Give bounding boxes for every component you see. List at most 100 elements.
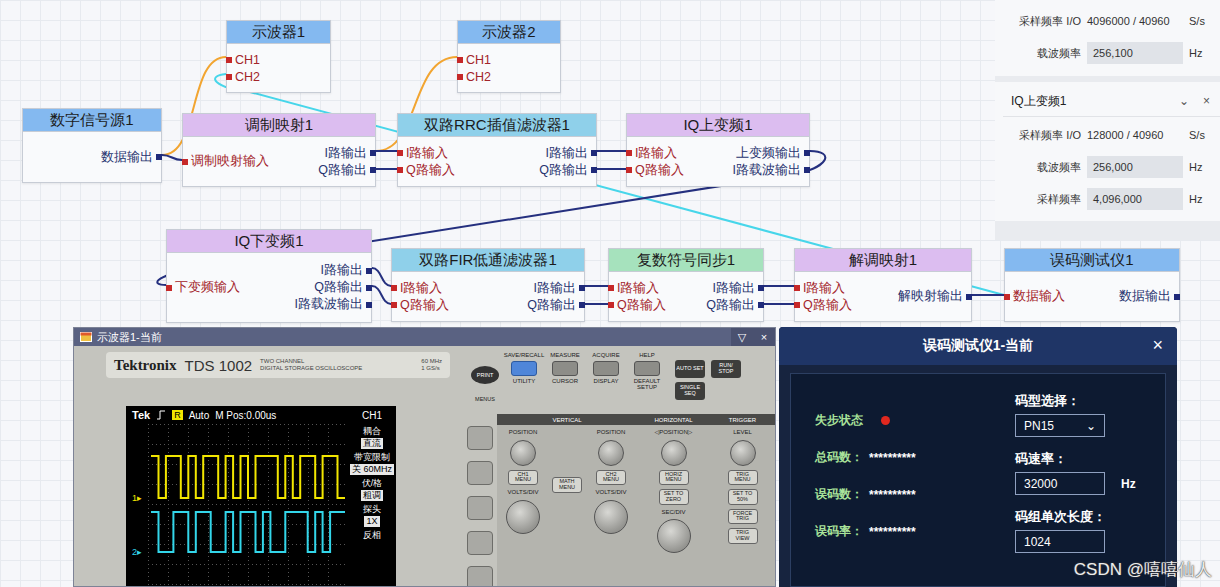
scale-knob-icon[interactable] [657,519,691,553]
bezel-button[interactable] [467,496,493,520]
port-marker-icon[interactable] [608,285,614,291]
port-marker-icon[interactable] [794,302,800,308]
output-port[interactable]: I路载波输出 [733,162,809,179]
port-marker-icon[interactable] [226,57,232,63]
property-value[interactable]: 4,096,000 [1087,188,1183,210]
output-port[interactable]: I路载波输出 [295,296,371,313]
run-button[interactable]: RUN/ STOP [711,360,741,378]
wire[interactable] [597,150,626,152]
pattern-select[interactable]: PN15 ⌄ [1015,414,1105,437]
output-port[interactable]: 数据输出 [1119,288,1179,305]
port-marker-icon[interactable] [370,150,376,156]
wire[interactable] [376,168,397,170]
block-node[interactable]: 解调映射1 I路输入 Q路输入 解映射输出 [794,248,972,322]
math-menu-button[interactable]: MATH MENU [552,477,582,493]
position-knob-icon[interactable] [598,440,624,466]
port-marker-icon[interactable] [794,285,800,291]
wire[interactable] [585,303,608,305]
scale-knob-icon[interactable] [506,500,540,534]
block-node[interactable]: 误码测试仪1 数据输入 数据输出 [1004,248,1180,322]
wire[interactable] [597,168,626,170]
port-marker-icon[interactable] [391,302,397,308]
bezel-button[interactable] [467,531,493,555]
trigger-button[interactable]: SET TO 50% [728,489,758,505]
port-marker-icon[interactable] [758,302,764,308]
port-marker-icon[interactable] [1174,294,1180,300]
port-marker-icon[interactable] [182,159,188,165]
expand-icon[interactable]: ⌄ [1179,94,1189,108]
port-marker-icon[interactable] [579,302,585,308]
block-node[interactable]: IQ上变频1 I路输入 Q路输入 上变频输出 I路载波输出 [626,113,810,187]
close-icon[interactable]: × [1203,94,1210,108]
output-port[interactable]: I路输出 [527,280,584,297]
input-port[interactable]: 数据输入 [1005,288,1119,305]
port-marker-icon[interactable] [397,150,403,156]
wire[interactable] [764,303,794,305]
block-node[interactable]: 示波器1 CH1 CH2 [226,20,331,93]
block-node[interactable]: 双路FIR低通滤波器1 I路输入 Q路输入 I路输出 Q路输出 [391,248,585,322]
port-marker-icon[interactable] [370,167,376,173]
port-marker-icon[interactable] [397,167,403,173]
input-port[interactable]: Q路输入 [627,162,733,179]
output-port[interactable]: Q路输出 [706,297,763,314]
block-node[interactable]: 双路RRC插值滤波器1 I路输入 Q路输入 I路输出 Q路输出 [397,113,597,187]
level-knob-icon[interactable] [730,440,756,466]
run-button[interactable]: AUTO SET [675,360,705,378]
wire[interactable] [972,294,1004,296]
output-port[interactable]: Q路输出 [539,162,596,179]
output-port[interactable]: I路输出 [295,262,371,279]
wire[interactable] [372,286,391,304]
input-port[interactable]: Q路输入 [609,297,706,314]
trigger-button[interactable]: TRIG MENU [728,470,758,486]
input-port[interactable]: CH1 [458,51,560,68]
window-button[interactable]: × [753,328,775,346]
oscilloscope-window[interactable]: 示波器1-当前 ▽× Tektronix TDS 1002 TWO CHANNE… [73,327,776,587]
input-port[interactable]: I路输入 [398,145,539,162]
port-marker-icon[interactable] [608,302,614,308]
port-marker-icon[interactable] [758,285,764,291]
block-node[interactable]: 复数符号同步1 I路输入 Q路输入 I路输出 Q路输出 [608,248,764,322]
output-port[interactable]: I路输出 [706,280,763,297]
port-marker-icon[interactable] [156,154,162,160]
horizontal-button[interactable]: SET TO ZERO [659,489,689,505]
input-port[interactable]: CH2 [227,68,330,85]
output-port[interactable]: 解映射输出 [898,288,971,305]
input-port[interactable]: CH2 [458,68,560,85]
horizontal-button[interactable]: HORIZ MENU [659,470,689,486]
port-marker-icon[interactable] [1004,294,1010,300]
input-port[interactable]: Q路输入 [795,297,898,314]
port-marker-icon[interactable] [626,150,632,156]
port-marker-icon[interactable] [366,285,372,291]
title-bar[interactable]: 误码测试仪1-当前 × [779,327,1177,365]
output-port[interactable]: 数据输出 [101,149,161,166]
port-marker-icon[interactable] [966,294,972,300]
output-port[interactable]: Q路输出 [295,279,371,296]
close-button[interactable]: × [1152,335,1163,356]
output-port[interactable]: I路输出 [539,145,596,162]
port-marker-icon[interactable] [226,74,232,80]
port-marker-icon[interactable] [457,57,463,63]
run-button[interactable]: SINGLE SEQ [675,382,705,400]
port-marker-icon[interactable] [804,150,810,156]
property-value[interactable]: 256,100 [1087,42,1183,64]
port-marker-icon[interactable] [391,285,397,291]
output-port[interactable]: 上变频输出 [733,145,809,162]
port-marker-icon[interactable] [579,285,585,291]
position-knob-icon[interactable] [510,440,536,466]
simulation-canvas[interactable]: 示波器1 CH1 CH2 示波器2 CH1 CH2 数字信号源1 数据输出 调制… [0,0,1220,587]
port-marker-icon[interactable] [591,150,597,156]
wire[interactable] [376,150,397,152]
port-marker-icon[interactable] [366,302,372,308]
wire[interactable] [372,268,391,286]
trigger-button[interactable]: TRIG VIEW [728,528,758,544]
block-node[interactable]: IQ下变频1 下变频输入 I路输出 Q路输出 I路载波输出 [166,229,372,323]
output-port[interactable]: I路输出 [318,145,375,162]
property-header[interactable]: IQ上变频1 ⌄ × [1003,86,1220,117]
output-port[interactable]: Q路输出 [318,162,375,179]
input-port[interactable]: I路输入 [609,280,706,297]
rate-input[interactable]: 32000 [1015,472,1105,495]
input-port[interactable]: Q路输入 [398,162,539,179]
bezel-button[interactable] [467,566,493,587]
ber-tester-window[interactable]: 误码测试仪1-当前 × 失步状态 总码数： **********误码数： ***… [779,327,1177,587]
input-port[interactable]: I路输入 [392,280,527,297]
